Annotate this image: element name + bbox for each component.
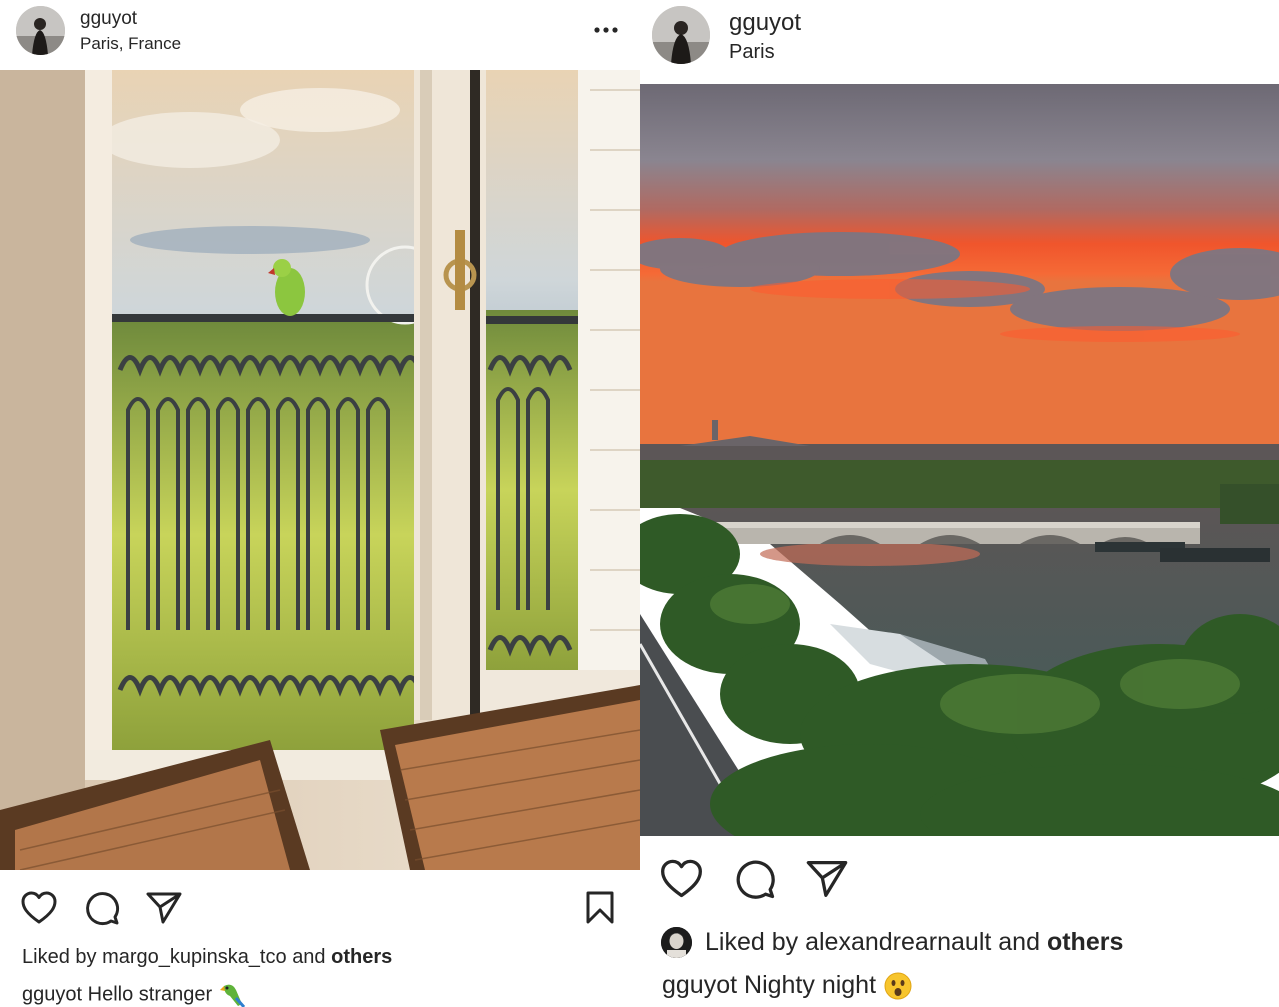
avatar[interactable]: [652, 6, 710, 64]
liked-and: and: [998, 928, 1040, 956]
heart-icon[interactable]: [660, 859, 703, 899]
caption-username[interactable]: gguyot: [22, 983, 82, 1005]
more-icon[interactable]: [593, 22, 619, 34]
caption: gguyot Hello stranger: [22, 982, 246, 1007]
post-photo[interactable]: [640, 84, 1279, 836]
caption-username[interactable]: gguyot: [662, 971, 737, 999]
share-icon[interactable]: [806, 859, 848, 899]
avatar[interactable]: [16, 6, 65, 55]
post-photo[interactable]: [0, 70, 640, 870]
liked-user[interactable]: margo_kupinska_tco: [102, 946, 287, 968]
post-right: gguyot Paris Liked by alexandrearnault a…: [640, 0, 1279, 1007]
username[interactable]: gguyot: [729, 9, 801, 37]
post-left: gguyot Paris, France Liked by margo_kupi…: [0, 0, 640, 1007]
share-icon[interactable]: [146, 891, 182, 925]
caption-text: Nighty night: [744, 971, 877, 999]
liker-avatar[interactable]: [661, 927, 692, 958]
username[interactable]: gguyot: [80, 8, 137, 30]
caption: gguyot Nighty night: [662, 971, 913, 1001]
bookmark-icon[interactable]: [585, 891, 615, 925]
liked-by-label: Liked by: [705, 928, 799, 956]
heart-icon[interactable]: [21, 891, 57, 925]
likes-line: Liked by margo_kupinska_tco and others: [22, 946, 392, 969]
liked-user[interactable]: alexandrearnault: [805, 928, 991, 956]
liked-and: and: [292, 946, 326, 968]
caption-text: Hello stranger: [87, 983, 213, 1006]
surprised-face-emoji-icon: [883, 971, 913, 1001]
parrot-emoji-icon: [218, 982, 246, 1007]
location[interactable]: Paris: [729, 41, 775, 64]
liked-others[interactable]: others: [331, 946, 392, 968]
likes-line: Liked by alexandrearnault and others: [705, 928, 1123, 957]
liked-others[interactable]: others: [1047, 928, 1123, 956]
comment-icon[interactable]: [734, 858, 776, 900]
comment-icon[interactable]: [84, 890, 120, 926]
liked-by-label: Liked by: [22, 946, 97, 968]
location[interactable]: Paris, France: [80, 34, 181, 54]
